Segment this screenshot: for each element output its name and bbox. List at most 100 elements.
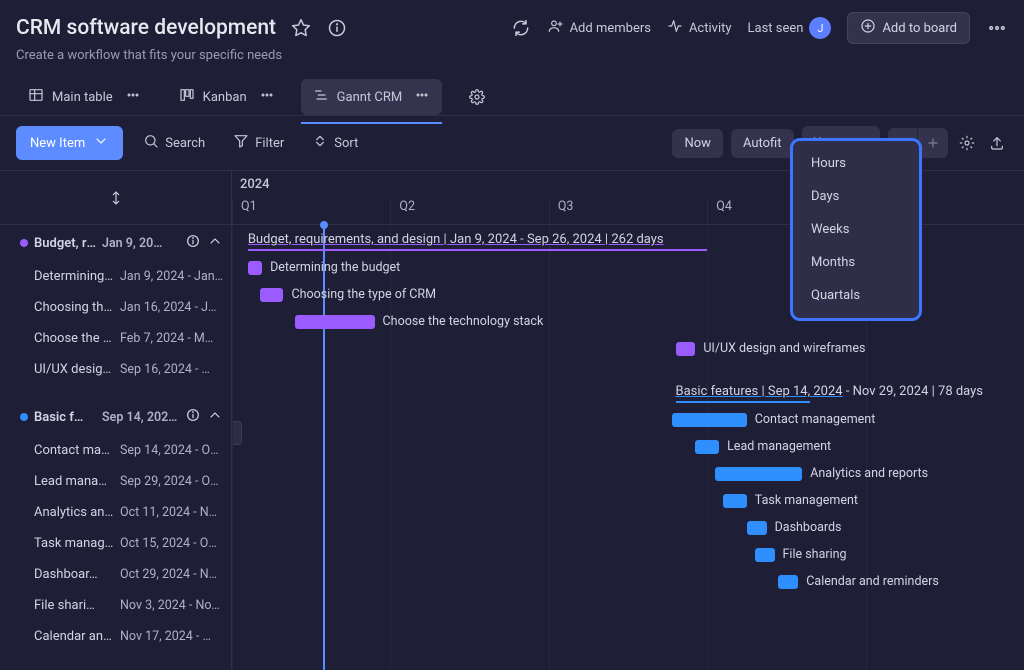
task-list-panel: Budget, requ… Jan 9, 20… Determining th…… [0,171,232,670]
zoom-option-hours[interactable]: Hours [793,147,919,180]
table-icon [28,87,44,107]
add-to-board-button[interactable]: Add to board [847,12,970,44]
task-row[interactable]: Calendar and r… Nov 17, 2024 - … [0,621,231,652]
filter-button[interactable]: Filter [225,127,292,159]
task-dates: Sep 29, 2024 - Oct … [120,474,223,489]
task-bar[interactable] [747,521,767,535]
task-bar[interactable] [260,288,284,302]
task-dates: Oct 29, 2024 - Nov 9, 2… [120,567,223,582]
expand-collapse-icon[interactable] [105,187,127,209]
search-icon [143,133,159,153]
chevron-up-icon[interactable] [207,233,223,253]
task-lane: Calendar and reminders [232,569,1024,596]
more-icon[interactable] [125,87,141,107]
task-bar[interactable] [778,575,798,589]
task-bar[interactable] [248,261,262,275]
chevron-down-icon [93,133,109,153]
person-plus-icon [548,18,564,38]
task-name: Task manag… [34,536,114,551]
group-header[interactable]: Budget, requ… Jan 9, 20… [0,225,231,261]
task-bar[interactable] [695,440,719,454]
task-lane: Dashboards [232,515,1024,542]
task-row[interactable]: File shari… Nov 3, 2024 - Nov 14, 2… [0,590,231,621]
group-color-dot [20,239,28,247]
task-row[interactable]: Contact mana… Sep 14, 2024 - Oct… [0,435,231,466]
chevron-up-icon[interactable] [207,407,223,427]
task-row[interactable]: Determining th… Jan 9, 2024 - Jan… [0,261,231,292]
more-icon[interactable] [986,17,1008,39]
gear-icon[interactable] [956,132,978,154]
filter-icon [233,133,249,153]
task-bar[interactable] [755,548,775,562]
group-color-dot [20,413,28,421]
group-header[interactable]: Basic f… Sep 14, 2024 - … [0,399,231,435]
zoom-option-quartals[interactable]: Quartals [793,279,919,312]
task-name: Determining th… [34,269,114,284]
task-row[interactable]: Dashboar… Oct 29, 2024 - Nov 9, 2… [0,559,231,590]
kanban-icon [179,87,195,107]
zoom-option-months[interactable]: Months [793,246,919,279]
task-row[interactable]: Choose the tech… Feb 7, 2024 - M… [0,323,231,354]
autofit-button[interactable]: Autofit [731,129,794,158]
new-item-button[interactable]: New Item [16,126,123,160]
sync-icon[interactable] [510,17,532,39]
plus-circle-icon [860,18,876,38]
task-bar-label: UI/UX design and wireframes [703,341,865,356]
export-icon[interactable] [986,132,1008,154]
sort-button[interactable]: Sort [304,127,366,159]
task-dates: Oct 11, 2024 - Nov… [120,505,223,520]
task-bar-label: Calendar and reminders [806,574,939,589]
page-subtitle: Create a workflow that fits your specifi… [16,48,1008,63]
task-row[interactable]: Analytics and … Oct 11, 2024 - Nov… [0,497,231,528]
task-bar[interactable] [715,467,802,481]
task-bar-label: Lead management [727,439,831,454]
task-row[interactable]: Lead manag… Sep 29, 2024 - Oct … [0,466,231,497]
task-row[interactable]: Choosing the ty… Jan 16, 2024 - J… [0,292,231,323]
task-bar[interactable] [676,342,696,356]
task-bar-label: Choose the technology stack [383,314,544,329]
tab-kanban[interactable]: Kanban [167,79,287,115]
task-row[interactable]: UI/UX design an… Sep 16, 2024 - … [0,354,231,385]
tab-main-table[interactable]: Main table [16,79,153,115]
add-members-button[interactable]: Add members [548,18,651,38]
task-bar[interactable] [723,494,747,508]
info-icon[interactable] [185,407,201,427]
settings-icon[interactable] [466,86,488,108]
task-bar[interactable] [672,413,747,427]
task-name: Lead manag… [34,474,114,489]
task-name: UI/UX design an… [34,362,114,377]
task-bar[interactable] [295,315,374,329]
zoom-in-button[interactable] [918,128,948,158]
year-label: 2024 [240,177,270,192]
info-icon[interactable] [326,17,348,39]
search-button[interactable]: Search [135,127,213,159]
task-dates: Nov 17, 2024 - … [120,629,223,644]
star-icon[interactable] [290,17,312,39]
task-bar-label: Determining the budget [270,260,400,275]
task-row[interactable]: Task manag… Oct 15, 2024 - Oct … [0,528,231,559]
task-dates: Nov 3, 2024 - Nov 14, 2… [120,598,223,613]
more-icon[interactable] [414,87,430,107]
now-button[interactable]: Now [672,129,722,158]
task-dates: Oct 15, 2024 - Oct … [120,536,223,551]
group-name: Budget, requ… [34,236,96,251]
info-icon[interactable] [185,233,201,253]
more-icon[interactable] [259,87,275,107]
group-summary-lane: Basic features | Sep 14, 2024 - Nov 29, … [232,377,1024,407]
activity-button[interactable]: Activity [667,18,732,38]
zoom-option-days[interactable]: Days [793,180,919,213]
tab-gantt-crm[interactable]: Gannt CRM [301,79,443,115]
task-lane: Analytics and reports [232,461,1024,488]
zoom-dropdown: Hours Days Weeks Months Quartals [790,138,922,321]
task-name: Calendar and r… [34,629,114,644]
zoom-option-weeks[interactable]: Weeks [793,213,919,246]
last-seen[interactable]: Last seen J [748,17,832,39]
task-name: Choose the tech… [34,331,114,346]
task-dates: Jan 16, 2024 - J… [120,300,223,315]
group-name: Basic f… [34,410,96,425]
task-name: Analytics and … [34,505,114,520]
activity-icon [667,18,683,38]
task-bar-label: Task management [755,493,858,508]
task-lane: File sharing [232,542,1024,569]
task-dates: Sep 16, 2024 - … [120,362,223,377]
